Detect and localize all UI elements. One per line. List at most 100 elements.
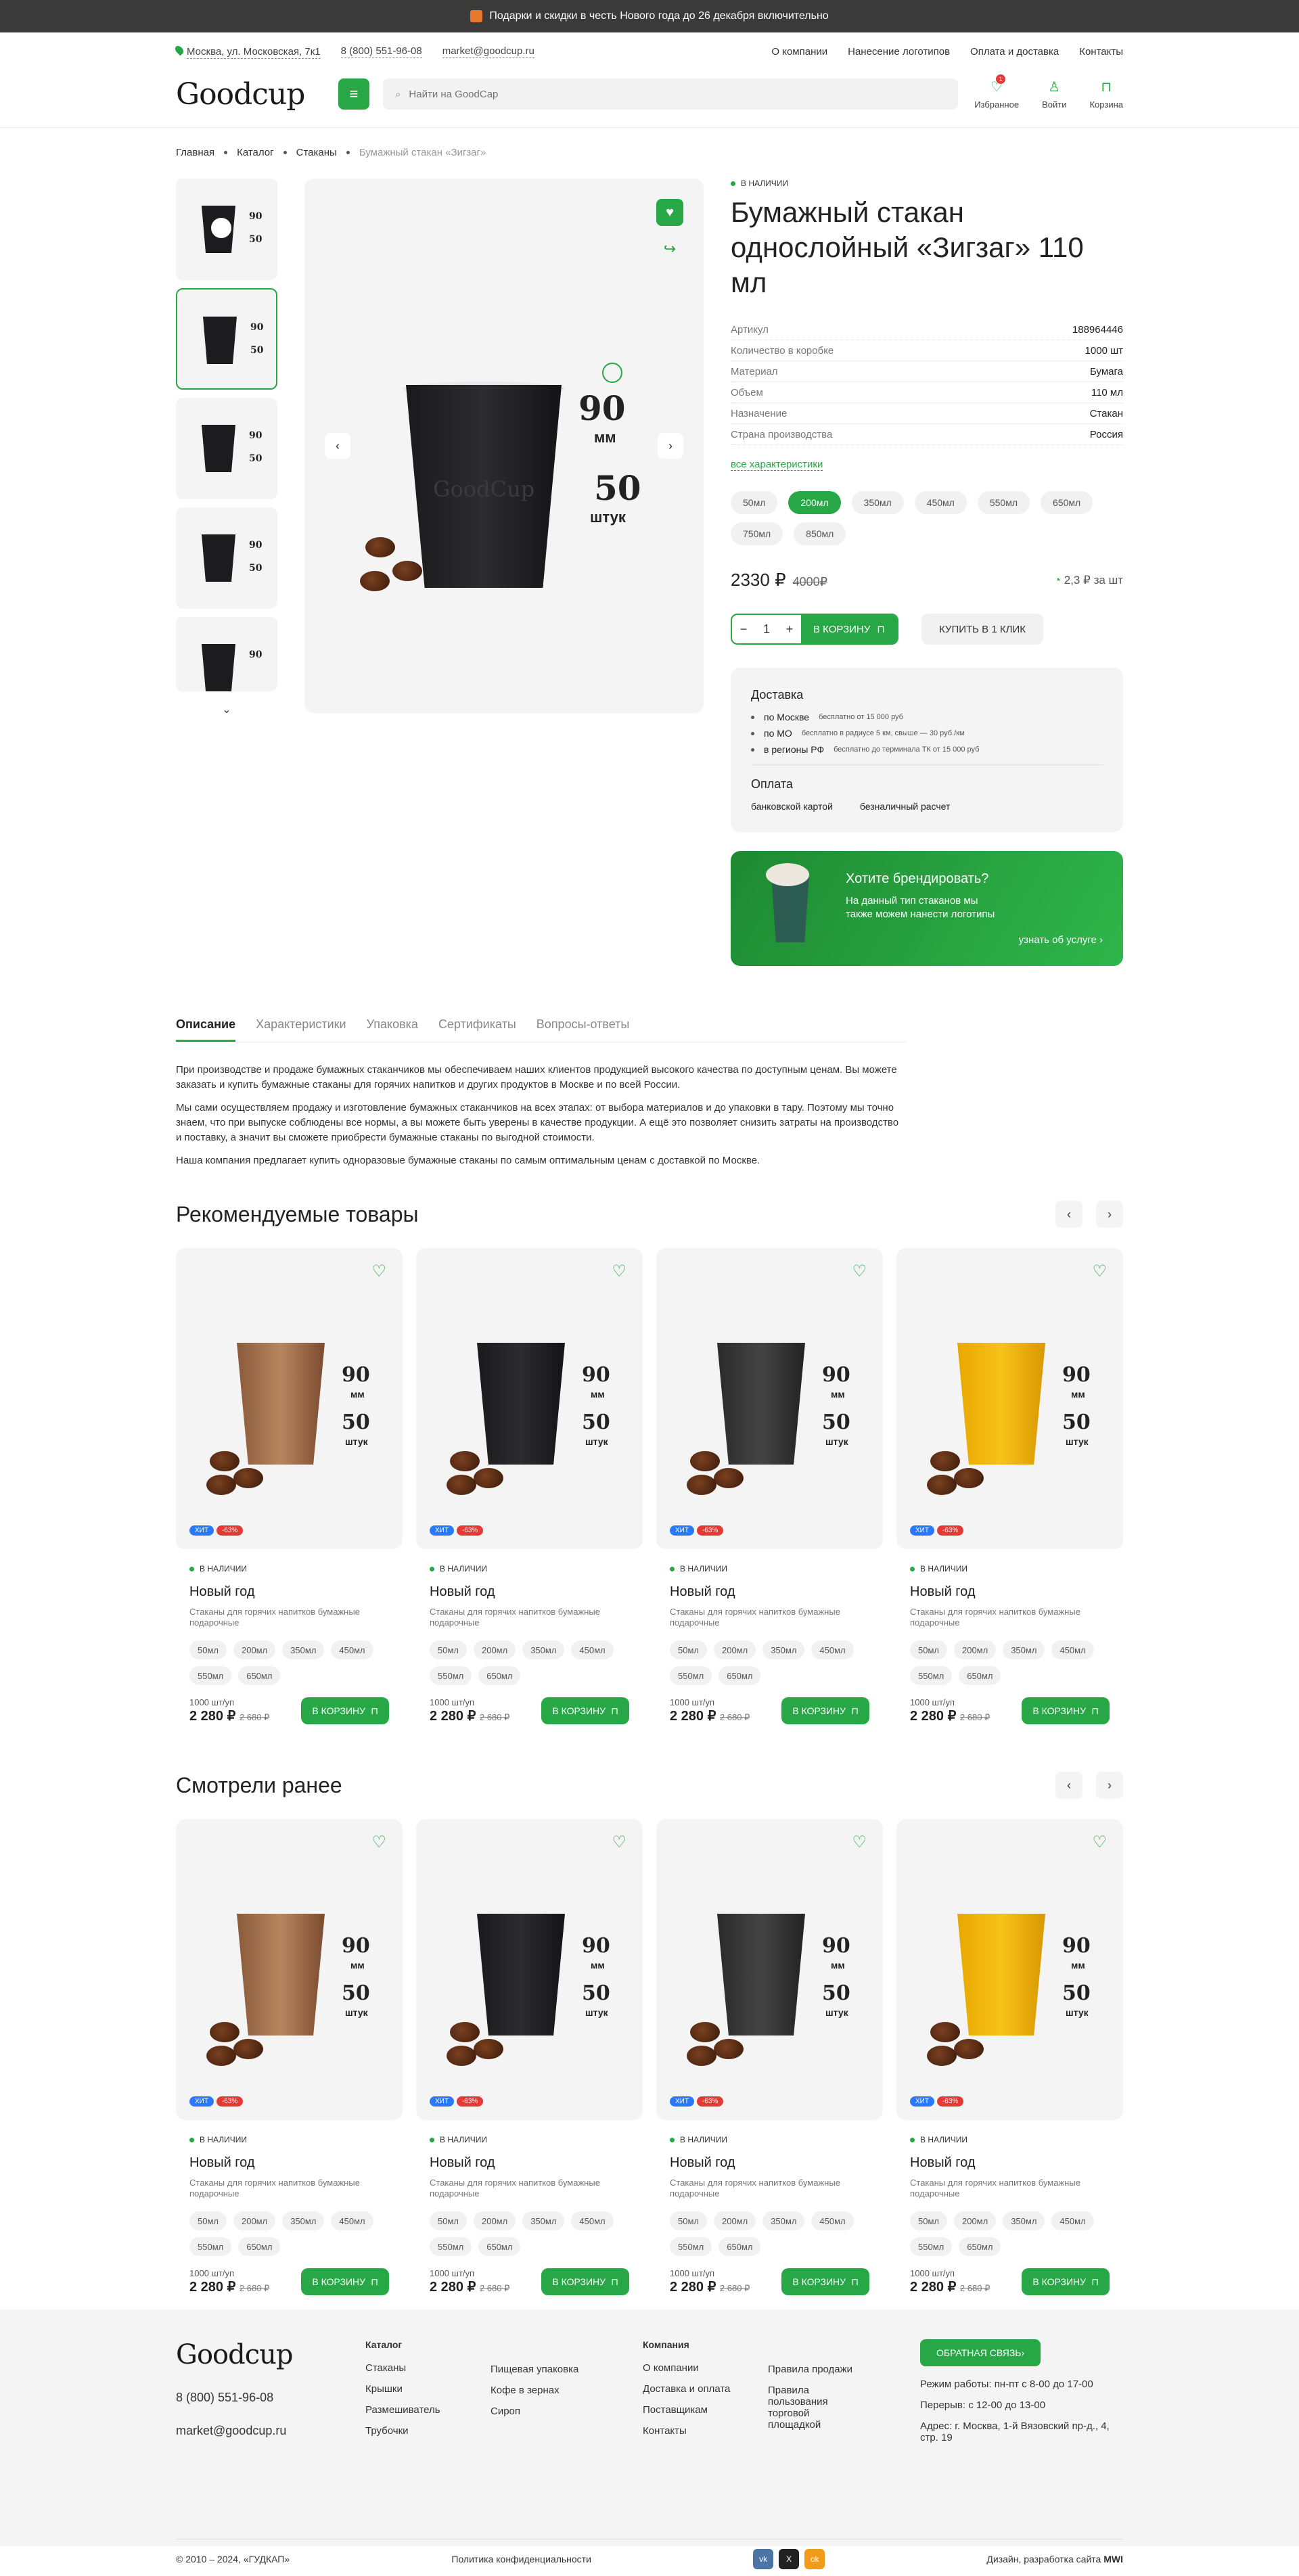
add-to-cart-button[interactable]: В КОРЗИНУ ⊓: [301, 1697, 389, 1724]
size-option[interactable]: 200мл: [473, 2211, 516, 2230]
card-image[interactable]: 90 мм 50 штук ♡ ХИТ -63%: [176, 1819, 403, 2120]
footer-link[interactable]: О компании: [643, 2362, 768, 2374]
add-to-cart-button[interactable]: В КОРЗИНУ ⊓: [801, 615, 898, 643]
size-option[interactable]: 450мл: [1051, 2211, 1094, 2230]
menu-about[interactable]: О компании: [771, 46, 827, 58]
ok-icon[interactable]: ok: [804, 2549, 825, 2569]
next-button[interactable]: ›: [1096, 1201, 1123, 1228]
branding-more-link[interactable]: узнать об услуге ›: [1019, 934, 1103, 946]
size-option[interactable]: 50мл: [670, 1640, 707, 1659]
size-option[interactable]: 650мл: [719, 1666, 761, 1685]
tab-description[interactable]: Описание: [176, 1017, 236, 1042]
size-option[interactable]: 200мл: [713, 1640, 756, 1659]
heart-icon[interactable]: ♡: [1092, 1833, 1107, 1852]
footer-link[interactable]: Пищевая упаковка: [491, 2364, 643, 2375]
size-option[interactable]: 350мл: [1003, 2211, 1045, 2230]
address-link[interactable]: Москва, ул. Московская, 7к1: [173, 44, 321, 59]
login-button[interactable]: ♙ Войти: [1042, 78, 1066, 110]
size-option[interactable]: 450мл: [571, 1640, 614, 1659]
next-button[interactable]: ›: [1096, 1772, 1123, 1799]
size-option[interactable]: 200мл: [233, 2211, 276, 2230]
tab-faq[interactable]: Вопросы-ответы: [537, 1017, 630, 1042]
feedback-button[interactable]: ОБРАТНАЯ СВЯЗЬ ›: [920, 2339, 1041, 2366]
size-option[interactable]: 450мл: [571, 2211, 614, 2230]
footer-link[interactable]: Сироп: [491, 2406, 643, 2417]
size-option[interactable]: 450мл: [1051, 1640, 1094, 1659]
size-option[interactable]: 550мл: [977, 491, 1030, 514]
search-input[interactable]: [409, 88, 946, 100]
breadcrumb-cups[interactable]: Стаканы: [296, 147, 337, 158]
footer-link[interactable]: Стаканы: [365, 2362, 491, 2374]
size-option[interactable]: 350мл: [851, 491, 904, 514]
branding-banner[interactable]: Хотите брендировать? На данный тип стака…: [731, 851, 1123, 966]
product-card[interactable]: 90 мм 50 штук ♡ ХИТ -63% В НАЛИЧИИ Новый …: [656, 1819, 883, 2295]
add-to-cart-button[interactable]: В КОРЗИНУ ⊓: [1022, 2268, 1110, 2295]
size-option[interactable]: 50мл: [189, 2211, 227, 2230]
share-button[interactable]: ↪: [656, 235, 683, 262]
size-option[interactable]: 350мл: [282, 2211, 325, 2230]
favorite-button[interactable]: ♥: [656, 199, 683, 226]
card-image[interactable]: 90 мм 50 штук ♡ ХИТ -63%: [896, 1819, 1123, 2120]
size-option[interactable]: 650мл: [959, 2237, 1001, 2256]
footer-link[interactable]: Правила пользования торговой площадкой: [768, 2385, 856, 2431]
size-option[interactable]: 650мл: [478, 2237, 521, 2256]
card-image[interactable]: 90 мм 50 штук ♡ ХИТ -63%: [656, 1248, 883, 1549]
add-to-cart-button[interactable]: В КОРЗИНУ ⊓: [301, 2268, 389, 2295]
add-to-cart-button[interactable]: В КОРЗИНУ ⊓: [781, 2268, 869, 2295]
size-option[interactable]: 450мл: [331, 2211, 373, 2230]
heart-icon[interactable]: ♡: [612, 1833, 626, 1852]
card-title[interactable]: Новый год: [430, 1584, 629, 1600]
add-to-cart-button[interactable]: В КОРЗИНУ ⊓: [781, 1697, 869, 1724]
size-option[interactable]: 650мл: [478, 1666, 521, 1685]
size-option[interactable]: 50мл: [670, 2211, 707, 2230]
size-option[interactable]: 550мл: [910, 1666, 953, 1685]
thumbnail-video[interactable]: 90 50: [176, 179, 277, 280]
card-title[interactable]: Новый год: [189, 1584, 389, 1600]
menu-payment[interactable]: Оплата и доставка: [970, 46, 1059, 58]
footer-link[interactable]: Правила продажи: [768, 2364, 920, 2375]
heart-icon[interactable]: ♡: [371, 1833, 386, 1852]
size-option[interactable]: 50мл: [910, 2211, 947, 2230]
phone-link[interactable]: 8 (800) 551-96-08: [340, 45, 422, 58]
size-option[interactable]: 750мл: [731, 522, 783, 545]
breadcrumb-catalog[interactable]: Каталог: [237, 147, 274, 158]
heart-icon[interactable]: ♡: [852, 1833, 867, 1852]
product-card[interactable]: 90 мм 50 штук ♡ ХИТ -63% В НАЛИЧИИ Новый …: [896, 1248, 1123, 1724]
size-option[interactable]: 350мл: [522, 2211, 565, 2230]
vk-icon[interactable]: vk: [753, 2549, 774, 2569]
breadcrumb-home[interactable]: Главная: [176, 147, 214, 158]
product-card[interactable]: 90 мм 50 штук ♡ ХИТ -63% В НАЛИЧИИ Новый …: [416, 1248, 643, 1724]
logo[interactable]: Goodcup: [176, 77, 325, 112]
footer-link[interactable]: Поставщикам: [643, 2404, 768, 2416]
heart-icon[interactable]: ♡: [612, 1262, 626, 1281]
size-option[interactable]: 550мл: [670, 1666, 712, 1685]
card-title[interactable]: Новый год: [670, 2155, 869, 2171]
size-option[interactable]: 550мл: [189, 1666, 232, 1685]
all-characteristics-link[interactable]: все характеристики: [731, 459, 823, 471]
tab-packaging[interactable]: Упаковка: [367, 1017, 418, 1042]
footer-link[interactable]: Кофе в зернах: [491, 2385, 643, 2396]
size-option[interactable]: 850мл: [794, 522, 846, 545]
footer-link[interactable]: Размешиватель: [365, 2404, 491, 2416]
size-option[interactable]: 450мл: [331, 1640, 373, 1659]
card-title[interactable]: Новый год: [910, 1584, 1110, 1600]
footer-email[interactable]: market@goodcup.ru: [176, 2424, 365, 2438]
card-title[interactable]: Новый год: [910, 2155, 1110, 2171]
heart-icon[interactable]: ♡: [1092, 1262, 1107, 1281]
footer-phone[interactable]: 8 (800) 551-96-08: [176, 2391, 365, 2405]
size-option[interactable]: 200мл: [713, 2211, 756, 2230]
card-title[interactable]: Новый год: [189, 2155, 389, 2171]
heart-icon[interactable]: ♡: [371, 1262, 386, 1281]
size-option[interactable]: 200мл: [473, 1640, 516, 1659]
size-option[interactable]: 650мл: [238, 2237, 281, 2256]
gallery-next-button[interactable]: ›: [658, 433, 683, 459]
quantity-value[interactable]: 1: [755, 622, 778, 637]
add-to-cart-button[interactable]: В КОРЗИНУ ⊓: [541, 1697, 629, 1724]
size-option[interactable]: 350мл: [282, 1640, 325, 1659]
size-option[interactable]: 450мл: [811, 2211, 854, 2230]
size-option[interactable]: 650мл: [959, 1666, 1001, 1685]
product-card[interactable]: 90 мм 50 штук ♡ ХИТ -63% В НАЛИЧИИ Новый …: [416, 1819, 643, 2295]
card-image[interactable]: 90 мм 50 штук ♡ ХИТ -63%: [656, 1819, 883, 2120]
card-image[interactable]: 90 мм 50 штук ♡ ХИТ -63%: [176, 1248, 403, 1549]
search-box[interactable]: ⌕: [383, 78, 958, 110]
